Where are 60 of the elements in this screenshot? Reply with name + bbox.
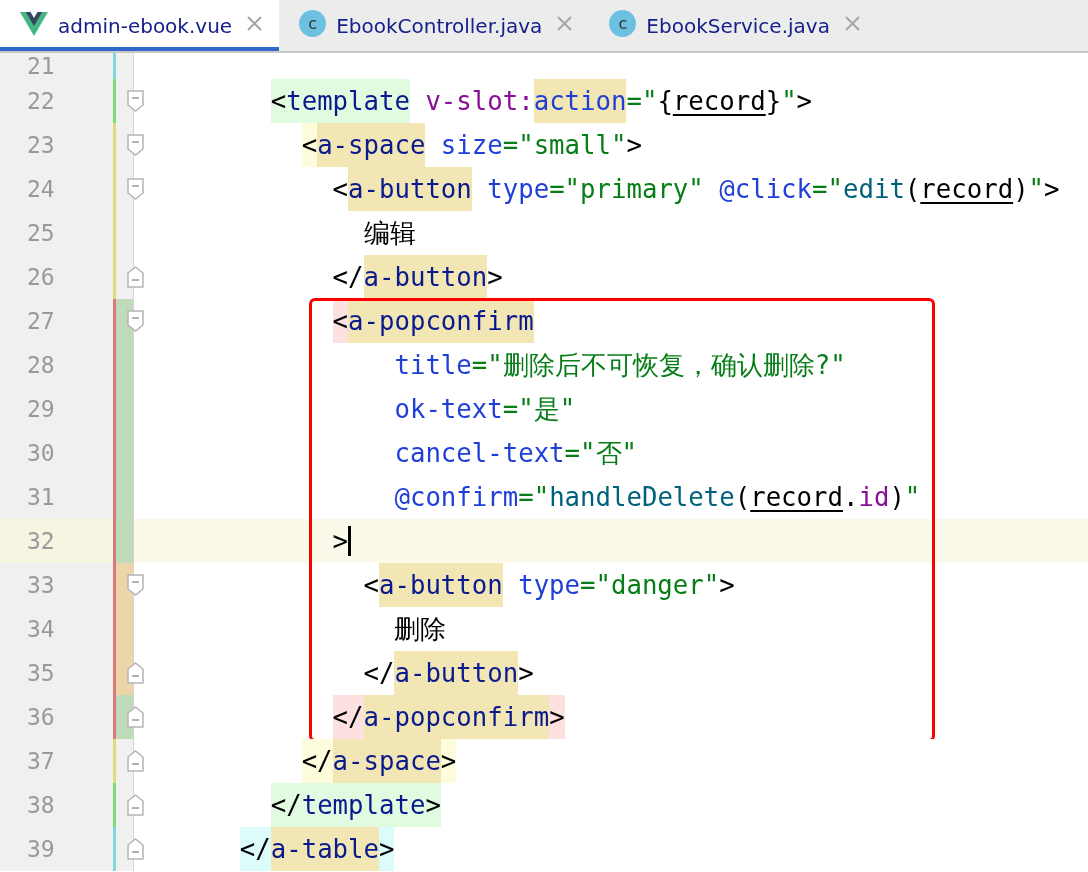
code-line: <template v-slot:action="{record}"> xyxy=(147,79,813,123)
code-line: <a-popconfirm xyxy=(147,299,534,343)
fold-icon[interactable] xyxy=(127,838,144,860)
line-number: 25 xyxy=(27,220,55,246)
code-line: </a-button> xyxy=(147,255,503,299)
tab-label: EbookService.java xyxy=(646,12,830,38)
code-line: 编辑 xyxy=(362,217,416,250)
editor-tab[interactable]: admin-ebook.vue xyxy=(0,0,280,51)
line-number: 24 xyxy=(27,176,55,202)
fold-icon[interactable] xyxy=(127,662,144,684)
editor-tab[interactable]: c EbookService.java xyxy=(589,0,877,51)
code-line: <a-space size="small"> xyxy=(147,123,642,167)
line-number: 21 xyxy=(27,53,55,79)
line-number: 34 xyxy=(27,616,55,642)
line-number: 31 xyxy=(27,484,55,510)
code-line: ok-text="是" xyxy=(393,393,576,426)
code-line: </a-popconfirm> xyxy=(147,695,565,739)
line-number: 23 xyxy=(27,132,55,158)
fold-icon[interactable] xyxy=(127,706,144,728)
line-number: 22 xyxy=(27,88,55,114)
line-number: 26 xyxy=(27,264,55,290)
editor-tab[interactable]: c EbookController.java xyxy=(279,0,590,51)
code-line: 删除 xyxy=(393,613,447,646)
fold-icon[interactable] xyxy=(127,178,144,200)
tab-label: admin-ebook.vue xyxy=(58,12,233,38)
tab-label: EbookController.java xyxy=(336,12,543,38)
line-number: 37 xyxy=(27,748,55,774)
class-icon: c xyxy=(299,10,327,37)
fold-icon[interactable] xyxy=(127,574,144,596)
line-number: 29 xyxy=(27,396,55,422)
fold-icon[interactable] xyxy=(127,310,144,332)
fold-icon[interactable] xyxy=(127,794,144,816)
fold-icon[interactable] xyxy=(127,134,144,156)
line-number: 27 xyxy=(27,308,55,334)
code-line: title="删除后不可恢复，确认删除?" xyxy=(393,349,846,382)
code-line: @confirm="handleDelete(record.id)" xyxy=(393,481,921,514)
code-line: <a-button type="danger"> xyxy=(147,563,735,607)
code-line: > xyxy=(331,525,349,558)
close-icon[interactable] xyxy=(246,15,264,32)
close-icon[interactable] xyxy=(843,15,861,32)
code-line: </a-space> xyxy=(147,739,457,783)
code-line: <a-button type="primary" @click="edit(record)"> xyxy=(147,167,1060,211)
line-number: 39 xyxy=(27,836,55,862)
fold-icon[interactable] xyxy=(127,750,144,772)
fold-icon[interactable] xyxy=(127,90,144,112)
close-icon[interactable] xyxy=(556,15,574,32)
code-line: </a-button> xyxy=(147,651,534,695)
fold-icon[interactable] xyxy=(127,266,144,288)
code-line: </template> xyxy=(147,783,441,827)
line-number: 28 xyxy=(27,352,55,378)
line-number: 33 xyxy=(27,572,55,598)
code-line: cancel-text="否" xyxy=(393,437,637,470)
line-number: 38 xyxy=(27,792,55,818)
line-number: 32 xyxy=(27,528,55,554)
vue-logo-icon xyxy=(20,11,48,36)
code-line: </a-table> xyxy=(147,827,395,871)
class-icon: c xyxy=(609,10,637,37)
line-number: 36 xyxy=(27,704,55,730)
line-number: 30 xyxy=(27,440,55,466)
line-number: 35 xyxy=(27,660,55,686)
